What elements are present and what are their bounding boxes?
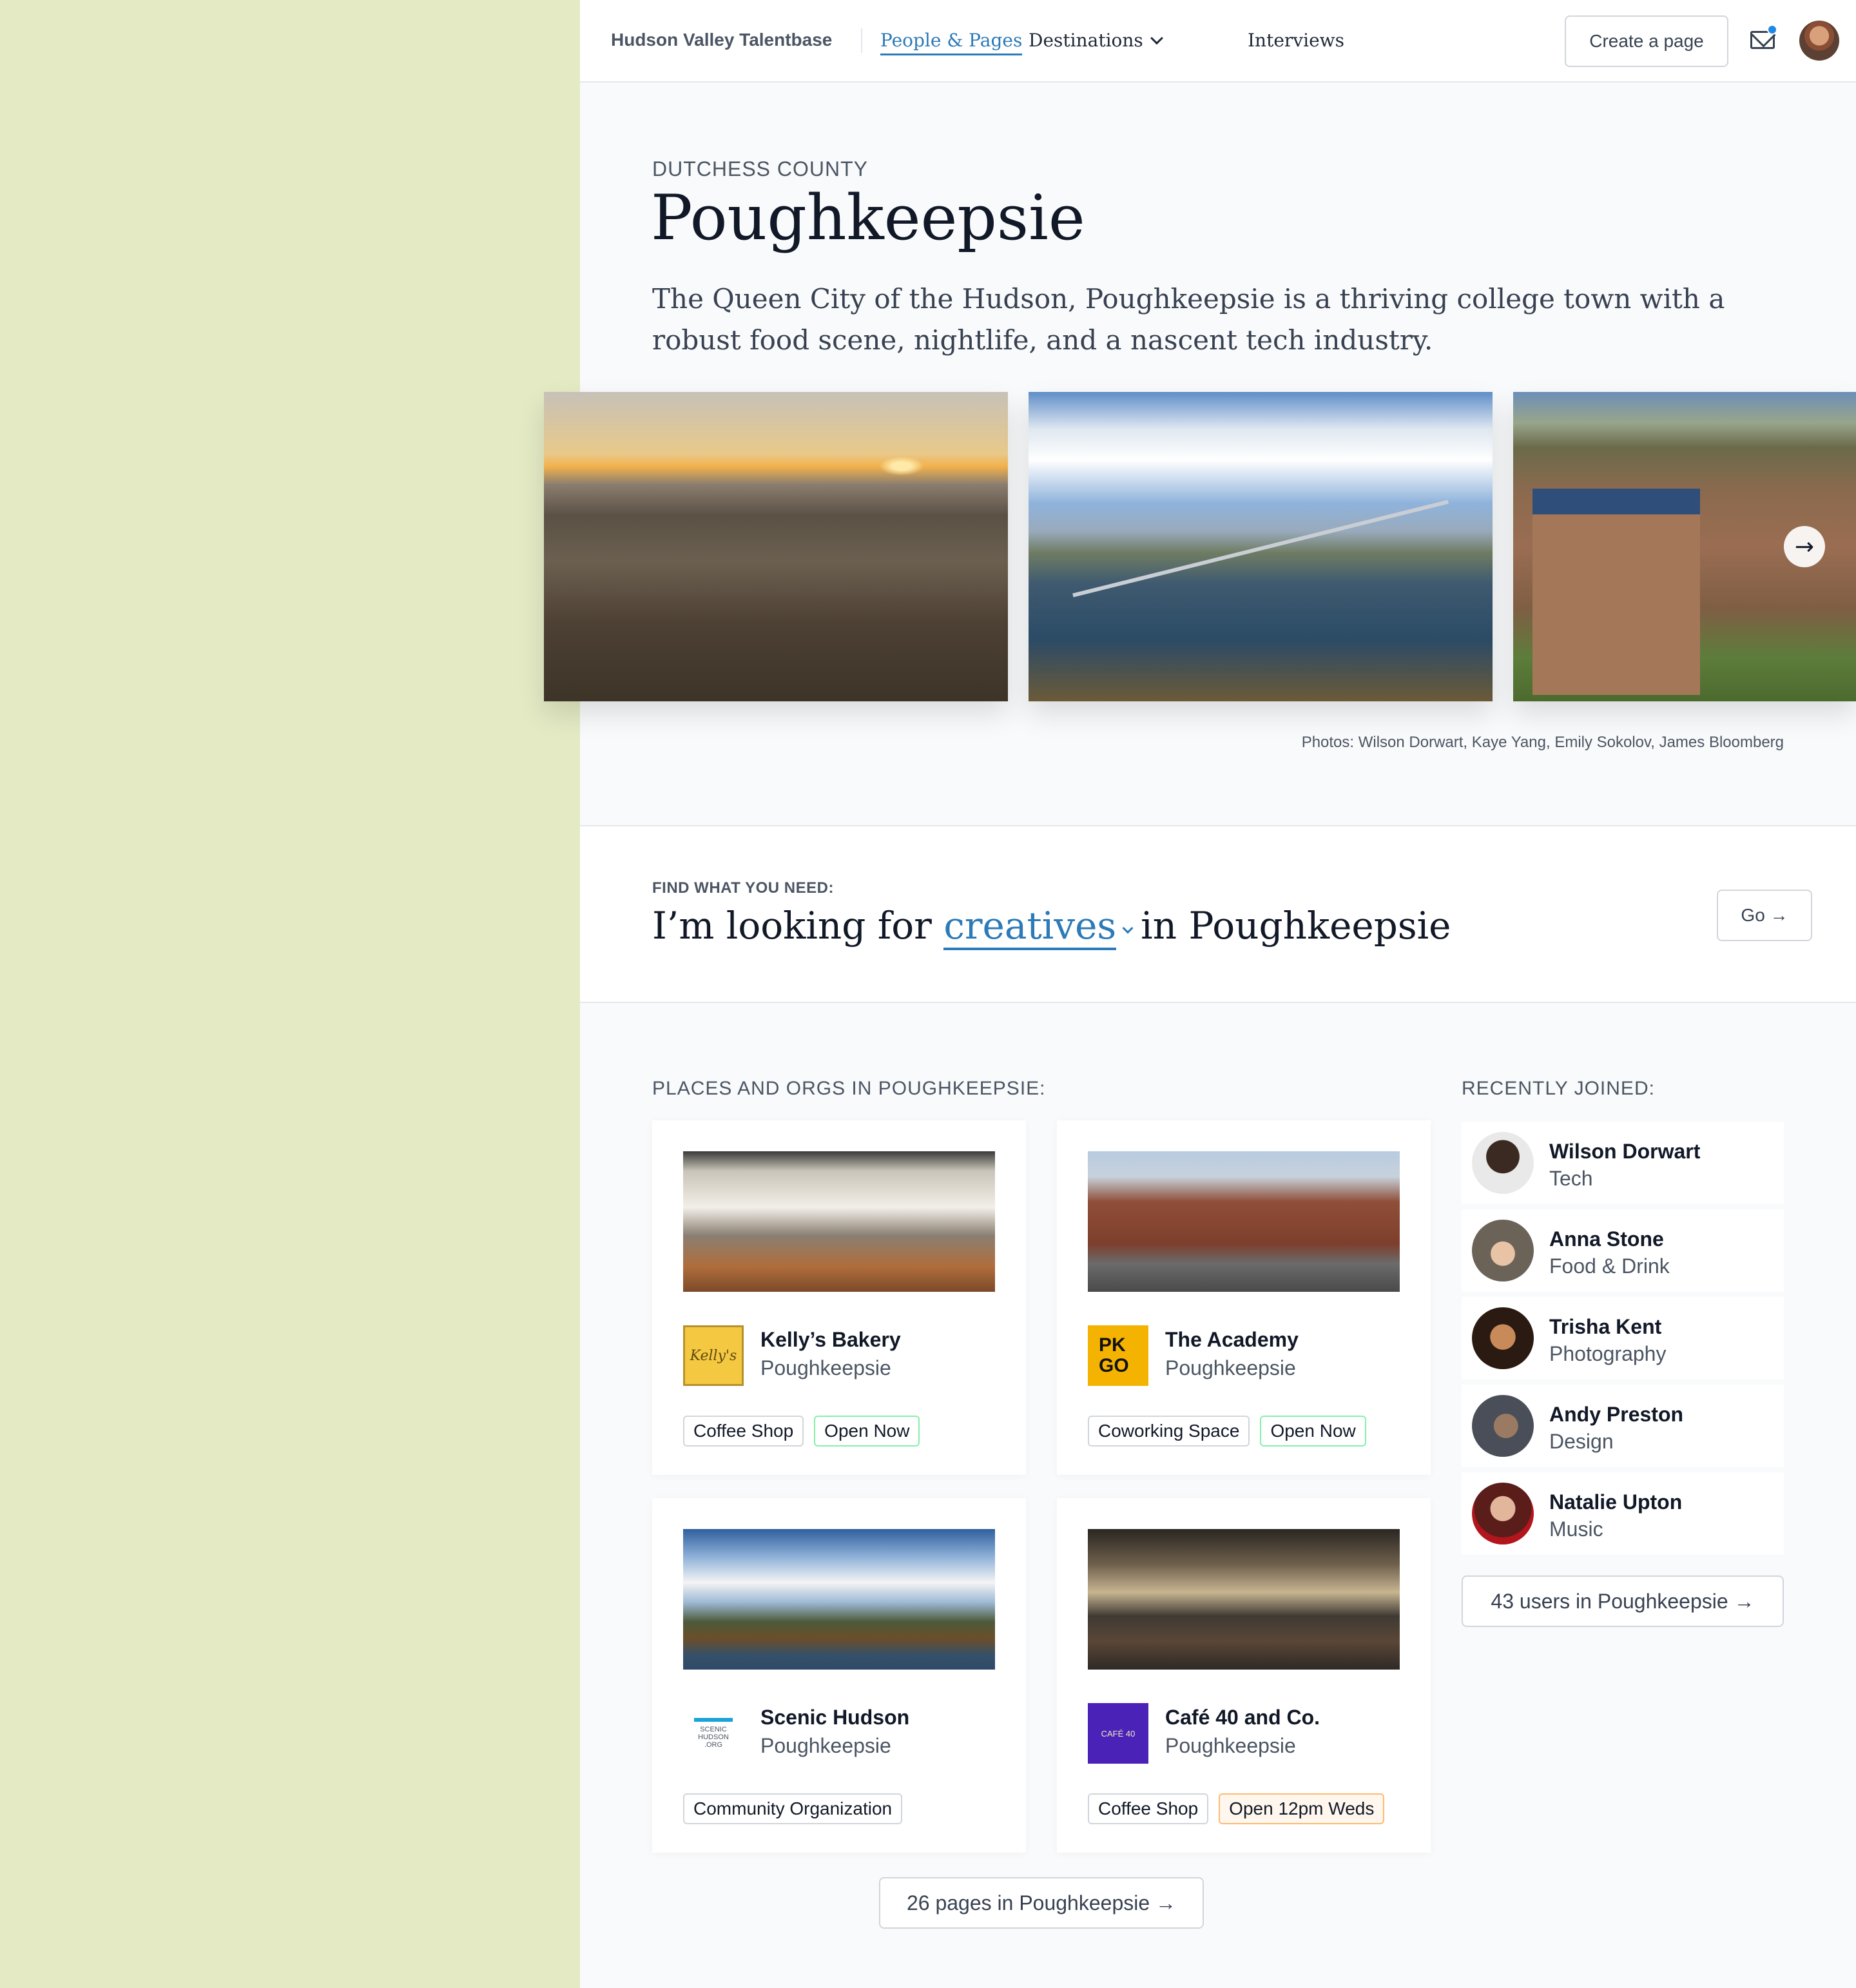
place-name: Kelly’s Bakery bbox=[760, 1328, 901, 1351]
place-logo: PK GO bbox=[1088, 1325, 1148, 1386]
place-tag-hours: Open 12pm Weds bbox=[1219, 1793, 1385, 1824]
user-role: Music bbox=[1549, 1517, 1603, 1541]
user-name: Wilson Dorwart bbox=[1549, 1140, 1701, 1163]
notification-dot bbox=[1767, 24, 1777, 35]
nav-link-people-pages[interactable]: People & Pages bbox=[880, 30, 1023, 55]
side-strip bbox=[0, 0, 580, 1988]
recent-user[interactable]: Trisha Kent Photography bbox=[1462, 1297, 1784, 1379]
place-logo: SCENIC HUDSON .ORG bbox=[683, 1703, 744, 1764]
more-pages-button[interactable]: 26 pages in Poughkeepsie → bbox=[879, 1877, 1204, 1929]
user-name: Trisha Kent bbox=[1549, 1315, 1662, 1338]
user-name: Anna Stone bbox=[1549, 1227, 1664, 1251]
place-tag: Coffee Shop bbox=[1088, 1793, 1209, 1824]
place-photo bbox=[683, 1151, 995, 1292]
place-location: Poughkeepsie bbox=[1165, 1356, 1296, 1379]
recent-user[interactable]: Wilson Dorwart Tech bbox=[1462, 1122, 1784, 1204]
place-tag: Coffee Shop bbox=[683, 1416, 804, 1447]
find-section: FIND WHAT YOU NEED: I’m looking for crea… bbox=[580, 825, 1856, 1003]
place-name: Scenic Hudson bbox=[760, 1706, 910, 1729]
place-logo: Kelly's bbox=[683, 1325, 744, 1386]
find-prefix: I’m looking for bbox=[652, 904, 932, 948]
place-card[interactable]: Kelly's Kelly’s Bakery Poughkeepsie Coff… bbox=[652, 1120, 1026, 1475]
user-role: Photography bbox=[1549, 1342, 1667, 1365]
place-logo-text: Kelly's bbox=[690, 1347, 737, 1364]
place-tag-open: Open Now bbox=[814, 1416, 920, 1447]
user-role: Design bbox=[1549, 1430, 1614, 1453]
recent-heading: RECENTLY JOINED: bbox=[1462, 1078, 1655, 1099]
user-avatar bbox=[1472, 1483, 1534, 1545]
user-avatar bbox=[1472, 1132, 1534, 1194]
user-avatar bbox=[1472, 1395, 1534, 1457]
brand-name[interactable]: Hudson Valley Talentbase bbox=[611, 30, 832, 50]
category-dropdown[interactable]: creatives bbox=[943, 904, 1117, 950]
page-title: Poughkeepsie bbox=[651, 182, 1085, 254]
place-location: Poughkeepsie bbox=[1165, 1734, 1296, 1757]
place-location: Poughkeepsie bbox=[760, 1356, 891, 1379]
user-avatar bbox=[1472, 1220, 1534, 1281]
county-eyebrow: DUTCHESS COUNTY bbox=[652, 157, 869, 180]
chevron-down-icon[interactable] bbox=[1122, 922, 1134, 934]
recent-user[interactable]: Anna Stone Food & Drink bbox=[1462, 1209, 1784, 1292]
more-users-button[interactable]: 43 users in Poughkeepsie → bbox=[1462, 1575, 1784, 1627]
place-card[interactable]: SCENIC HUDSON .ORG Scenic Hudson Poughke… bbox=[652, 1498, 1026, 1853]
place-tag-open: Open Now bbox=[1260, 1416, 1366, 1447]
place-location: Poughkeepsie bbox=[760, 1734, 891, 1757]
user-avatar bbox=[1472, 1307, 1534, 1369]
place-name: Café 40 and Co. bbox=[1165, 1706, 1320, 1729]
recent-user[interactable]: Andy Preston Design bbox=[1462, 1385, 1784, 1467]
place-logo-text: SCENIC HUDSON .ORG bbox=[694, 1718, 733, 1749]
user-name: Andy Preston bbox=[1549, 1403, 1684, 1426]
place-card[interactable]: CAFÉ 40 Café 40 and Co. Poughkeepsie Cof… bbox=[1057, 1498, 1431, 1853]
nav-link-destinations-label: Destinations bbox=[1029, 30, 1143, 51]
place-logo: CAFÉ 40 bbox=[1088, 1703, 1148, 1764]
place-tag: Community Organization bbox=[683, 1793, 903, 1824]
place-photo bbox=[1088, 1529, 1400, 1670]
place-tag: Coworking Space bbox=[1088, 1416, 1250, 1447]
find-suffix: in Poughkeepsie bbox=[1141, 904, 1451, 948]
user-role: Tech bbox=[1549, 1167, 1593, 1190]
photo-city-sunset bbox=[544, 392, 1008, 701]
user-name: Natalie Upton bbox=[1549, 1490, 1683, 1514]
arrow-right-icon: → bbox=[1794, 533, 1815, 560]
carousel-next-button[interactable]: → bbox=[1784, 526, 1825, 567]
user-avatar[interactable] bbox=[1799, 21, 1839, 61]
go-button[interactable]: Go → bbox=[1717, 890, 1812, 941]
nav-link-interviews[interactable]: Interviews bbox=[1248, 30, 1344, 51]
place-logo-text: PK GO bbox=[1099, 1334, 1129, 1376]
user-role: Food & Drink bbox=[1549, 1254, 1670, 1278]
place-photo bbox=[683, 1529, 995, 1670]
find-label: FIND WHAT YOU NEED: bbox=[652, 879, 834, 897]
nav-link-destinations[interactable]: Destinations bbox=[1029, 30, 1163, 51]
place-photo bbox=[1088, 1151, 1400, 1292]
chevron-down-icon bbox=[1150, 32, 1163, 45]
place-logo-text: CAFÉ 40 bbox=[1101, 1728, 1136, 1739]
find-sentence: I’m looking for creatives in Poughkeepsie bbox=[652, 904, 1451, 950]
nav-divider bbox=[861, 28, 862, 53]
top-nav: Hudson Valley Talentbase People & Pages … bbox=[580, 0, 1856, 83]
photo-bridge-river bbox=[1029, 392, 1493, 701]
place-card[interactable]: PK GO The Academy Poughkeepsie Coworking… bbox=[1057, 1120, 1431, 1475]
create-page-button[interactable]: Create a page bbox=[1565, 15, 1728, 67]
photo-credit: Photos: Wilson Dorwart, Kaye Yang, Emily… bbox=[1301, 734, 1784, 751]
recent-user[interactable]: Natalie Upton Music bbox=[1462, 1472, 1784, 1555]
page-description: The Queen City of the Hudson, Poughkeeps… bbox=[652, 283, 1725, 356]
places-heading: PLACES AND ORGS IN POUGHKEEPSIE: bbox=[652, 1078, 1046, 1099]
place-name: The Academy bbox=[1165, 1328, 1299, 1351]
